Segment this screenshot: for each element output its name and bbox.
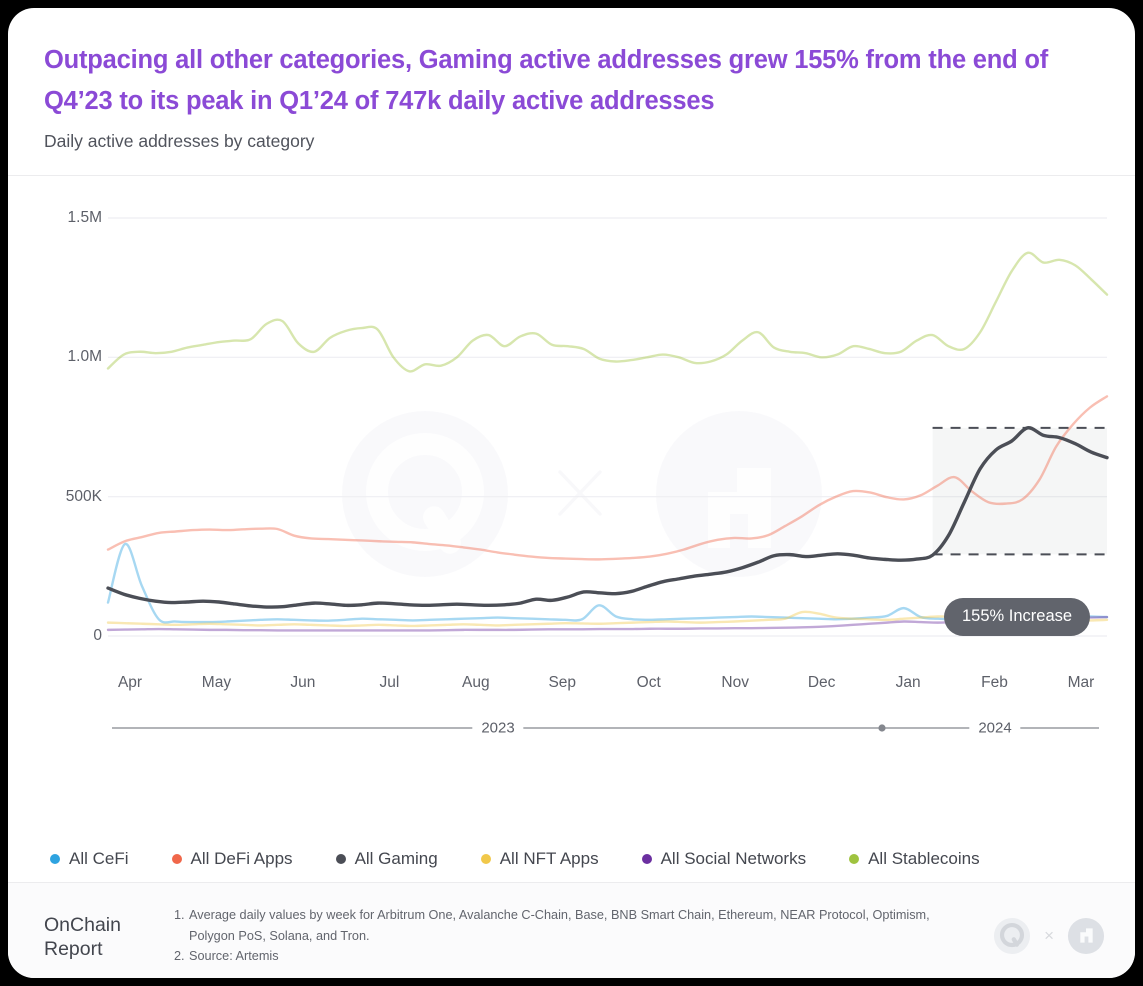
year-band-label: 2023 bbox=[472, 719, 524, 737]
legend-color-dot-icon bbox=[641, 854, 652, 864]
legend-label: All Social Networks bbox=[660, 849, 807, 868]
legend-color-dot-icon bbox=[849, 854, 860, 864]
footnote-text: Source: Artemis bbox=[189, 949, 279, 963]
legend-label: All Gaming bbox=[354, 849, 438, 868]
x-axis-tick-label: Jan bbox=[895, 674, 921, 691]
brand-line-1: OnChain bbox=[44, 914, 121, 936]
footnote-number: 2. bbox=[174, 949, 185, 963]
chart-footer: OnChain Report 1. Average daily values by… bbox=[8, 882, 1135, 978]
legend-item-all-nft-apps[interactable]: All NFT Apps bbox=[480, 849, 599, 869]
artemis-logo-icon bbox=[1067, 917, 1105, 955]
legend-color-dot-icon bbox=[171, 854, 182, 864]
page-title: Outpacing all other categories, Gaming a… bbox=[44, 46, 1049, 115]
increase-badge: 155% Increase bbox=[944, 598, 1091, 636]
legend-item-all-stablecoins[interactable]: All Stablecoins bbox=[849, 849, 980, 869]
chart-subtitle: Daily active addresses by category bbox=[44, 131, 315, 151]
legend-label: All DeFi Apps bbox=[190, 849, 293, 868]
legend-label: All NFT Apps bbox=[499, 849, 599, 868]
brand-name: OnChain Report bbox=[44, 903, 174, 961]
chart-plot-area: 0 500K 1.0M 1.5M Apr May Jun Jul Aug Sep Oct Nov De… bbox=[8, 176, 1135, 830]
x-axis-tick-label: Apr bbox=[117, 674, 143, 691]
legend-label: All Stablecoins bbox=[868, 849, 980, 868]
x-axis-tick-label: Dec bbox=[807, 674, 836, 691]
x-axis-tick-label: Oct bbox=[636, 674, 661, 691]
x-axis-tick-label: Sep bbox=[548, 674, 577, 691]
legend-label: All CeFi bbox=[69, 849, 129, 868]
x-axis-tick-label: Aug bbox=[462, 674, 490, 691]
chart-header: Outpacing all other categories, Gaming a… bbox=[8, 8, 1135, 176]
legend-color-dot-icon bbox=[480, 854, 491, 864]
footnotes: 1. Average daily values by week for Arbit… bbox=[174, 903, 993, 967]
year-band-label: 2024 bbox=[969, 719, 1021, 737]
x-axis-tick-label: Feb bbox=[981, 674, 1008, 691]
q-logo-icon bbox=[994, 917, 1031, 955]
x-axis-labels: Apr May Jun Jul Aug Sep Oct Nov Dec Jan Feb Mar 2023… bbox=[8, 176, 1135, 830]
brand-line-2: Report bbox=[44, 938, 103, 960]
legend-color-dot-icon bbox=[50, 854, 60, 864]
chart-legend: All CeFi All DeFi Apps All Gaming All NFT A… bbox=[8, 830, 1135, 882]
chart-card: Outpacing all other categories, Gaming a… bbox=[8, 8, 1135, 978]
x-axis-tick-label: Mar bbox=[1067, 674, 1095, 691]
footnote-text: Average daily values by week for Arbitru… bbox=[189, 908, 930, 943]
legend-item-all-cefi[interactable]: All CeFi bbox=[50, 849, 129, 869]
footnote-item: 1. Average daily values by week for Arbit… bbox=[174, 905, 973, 946]
x-axis-tick-label: Jul bbox=[379, 674, 400, 691]
footnote-item: 2. Source: Artemis bbox=[174, 946, 973, 967]
legend-color-dot-icon bbox=[335, 854, 346, 864]
legend-item-all-gaming[interactable]: All Gaming bbox=[335, 849, 438, 869]
footnote-number: 1. bbox=[174, 908, 185, 922]
x-axis-tick-label: Nov bbox=[721, 674, 749, 691]
legend-item-all-social-networks[interactable]: All Social Networks bbox=[641, 849, 807, 869]
footer-logos: × bbox=[993, 903, 1105, 955]
x-axis-tick-label: Jun bbox=[290, 674, 316, 691]
logo-separator-icon: × bbox=[1044, 926, 1054, 945]
x-axis-tick-label: May bbox=[201, 674, 232, 691]
legend-item-all-defi-apps[interactable]: All DeFi Apps bbox=[171, 849, 293, 869]
